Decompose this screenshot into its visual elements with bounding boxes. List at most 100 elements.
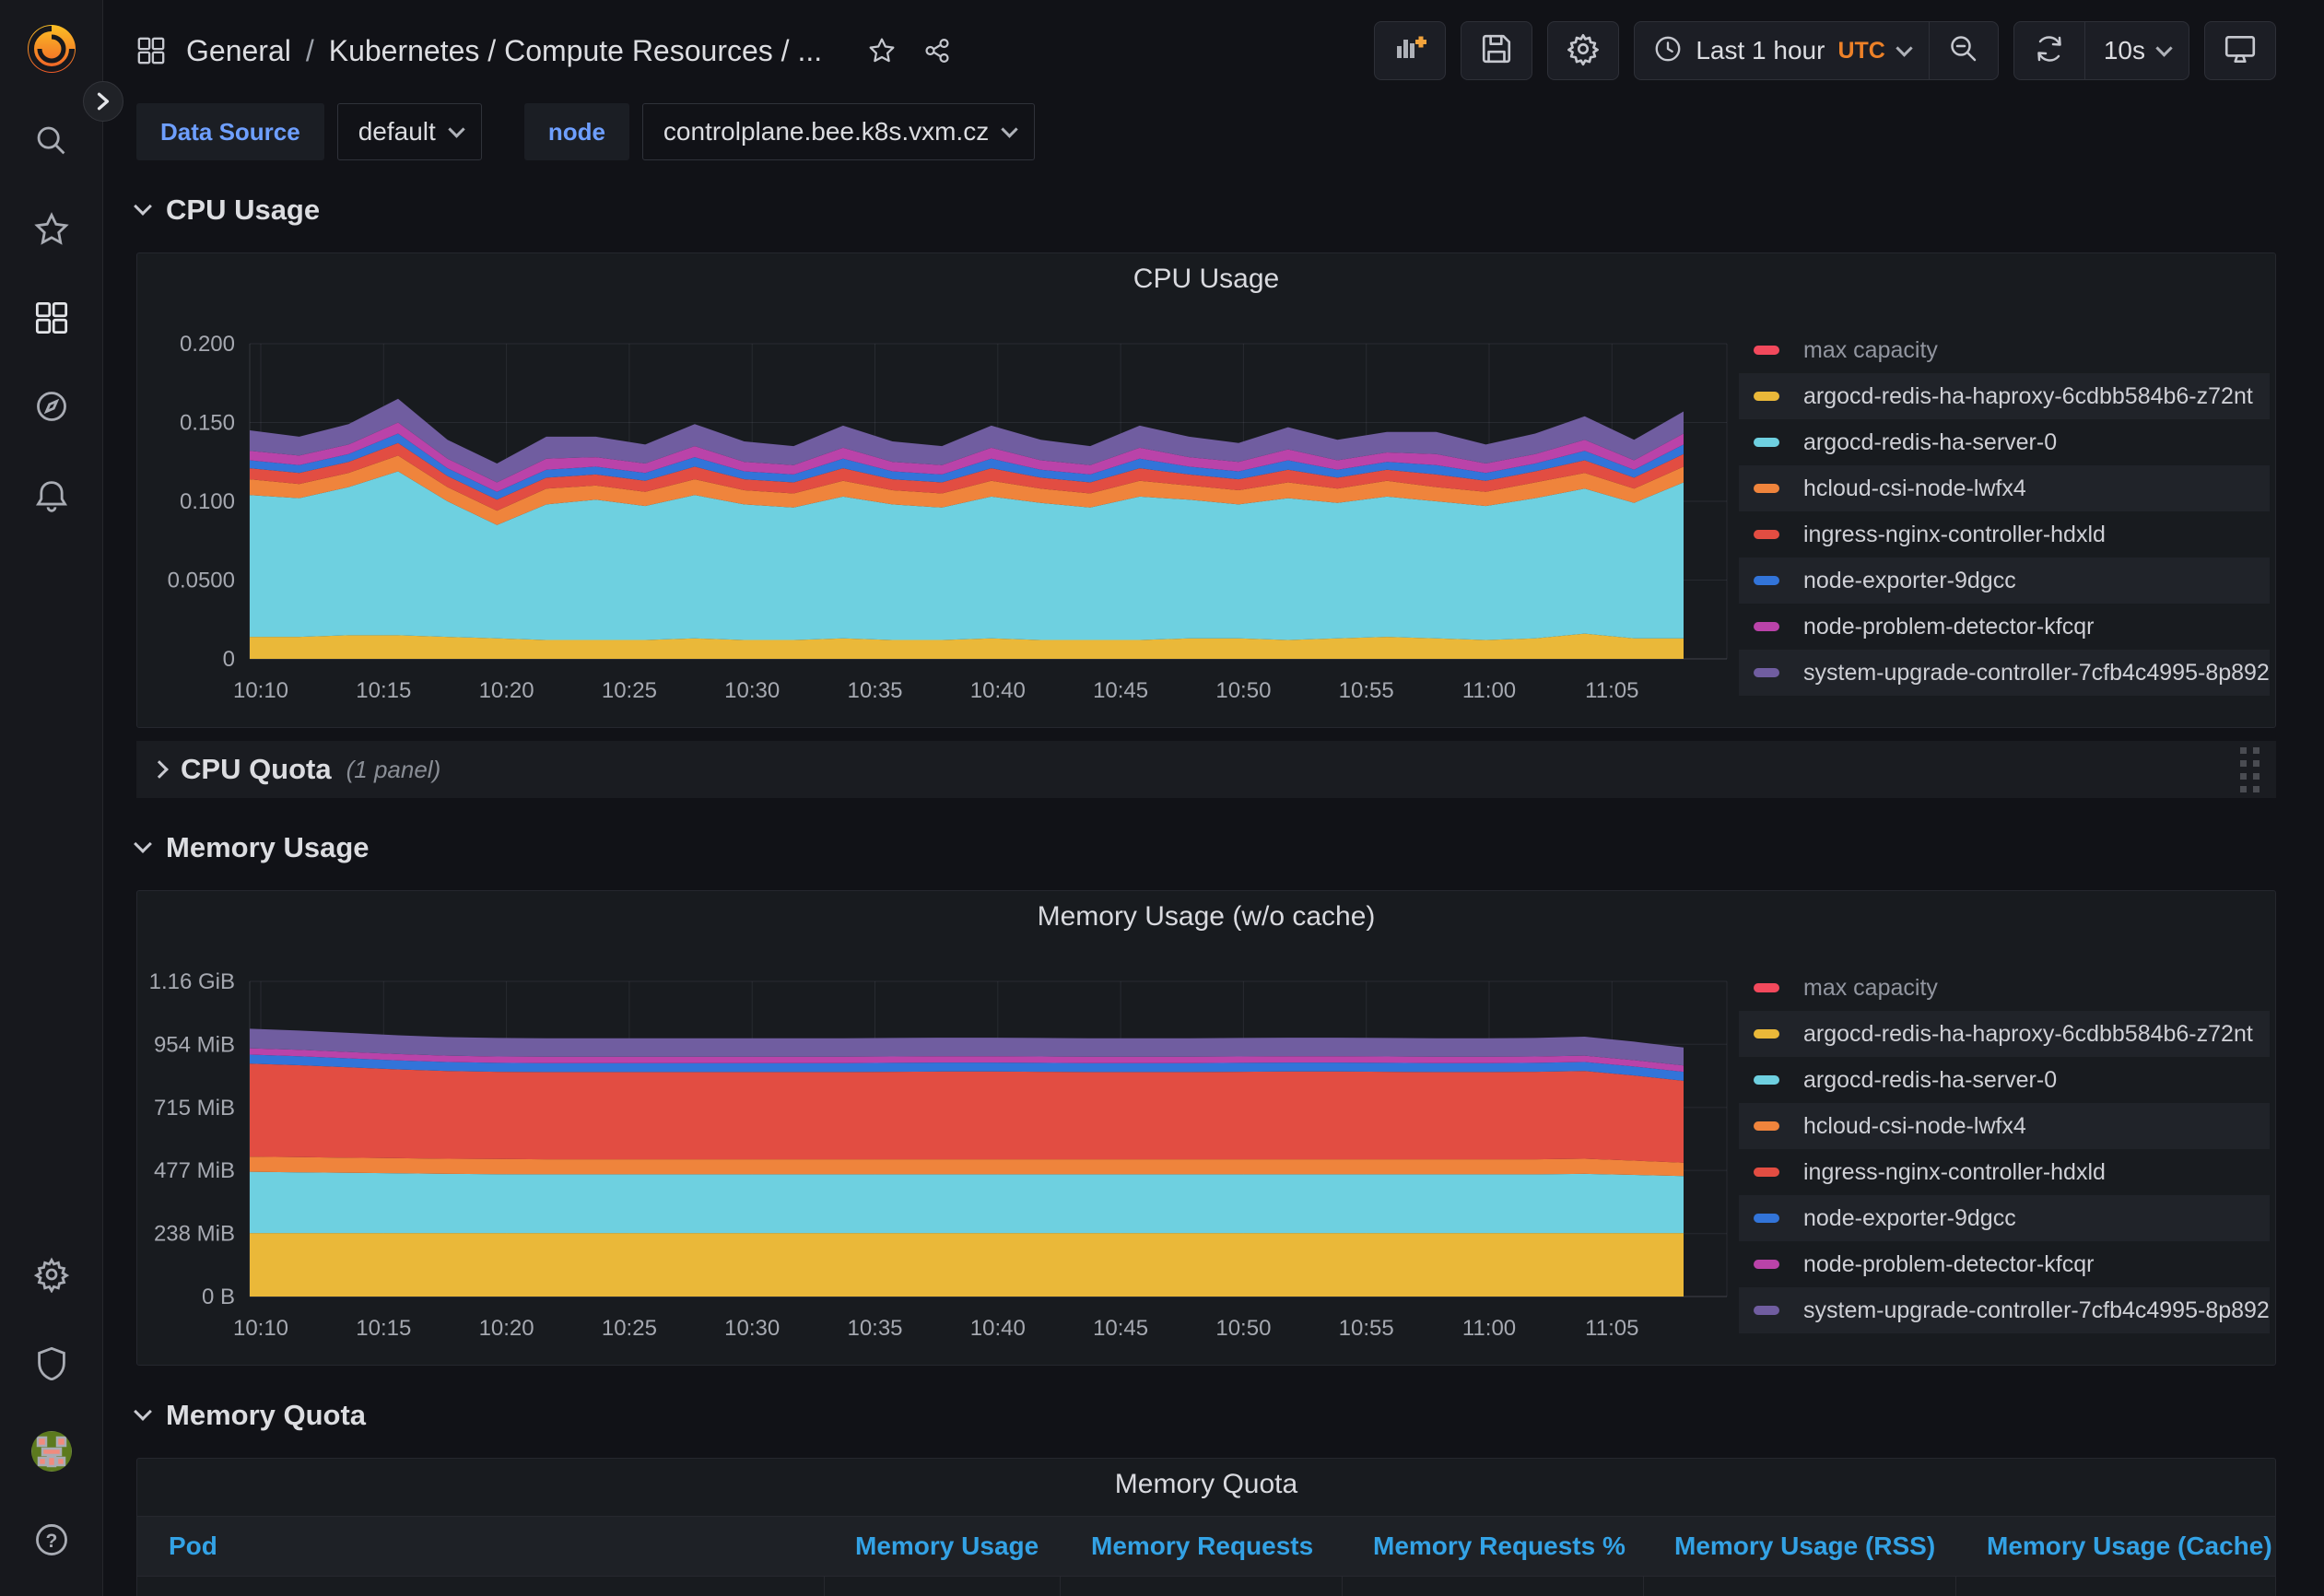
node-select[interactable]: controlplane.bee.k8s.vxm.cz: [642, 103, 1035, 160]
legend-item[interactable]: max capacity: [1739, 327, 2270, 373]
datasource-select[interactable]: default: [337, 103, 482, 160]
dashboard-settings-button[interactable]: [1547, 21, 1619, 80]
legend-item[interactable]: node-problem-detector-kfcqr: [1739, 1241, 2270, 1287]
x-axis-label: 10:10: [233, 1316, 288, 1341]
favorite-star-icon[interactable]: [868, 37, 896, 65]
legend-swatch: [1754, 1121, 1779, 1131]
x-axis-label: 10:20: [479, 678, 534, 703]
legend-item[interactable]: argocd-redis-ha-server-0: [1739, 1057, 2270, 1103]
refresh-interval-picker[interactable]: 10s: [2085, 22, 2189, 79]
legend-label: max capacity: [1803, 975, 1938, 1002]
x-axis-label: 10:50: [1215, 678, 1271, 703]
panel-title[interactable]: Memory Quota: [137, 1464, 2275, 1505]
legend-swatch: [1754, 622, 1779, 631]
legend-label: hcloud-csi-node-lwfx4: [1803, 1113, 2026, 1140]
legend-item[interactable]: hcloud-csi-node-lwfx4: [1739, 1103, 2270, 1149]
breadcrumb-separator: /: [306, 34, 314, 68]
legend-item[interactable]: system-upgrade-controller-7cfb4c4995-8p8…: [1739, 650, 2270, 696]
legend-swatch: [1754, 484, 1779, 493]
legend-item[interactable]: ingress-nginx-controller-hdxld: [1739, 511, 2270, 557]
legend-label: hcloud-csi-node-lwfx4: [1803, 475, 2026, 502]
panel-title[interactable]: CPU Usage: [145, 259, 2268, 299]
legend-label: node-problem-detector-kfcqr: [1803, 1251, 2094, 1278]
save-dashboard-button[interactable]: [1461, 21, 1532, 80]
add-panel-button[interactable]: [1374, 21, 1446, 80]
sidebar-item-settings[interactable]: [25, 1250, 78, 1303]
memory-quota-panel: Memory Quota PodMemory UsageMemory Reque…: [136, 1458, 2276, 1596]
x-axis-label: 11:05: [1585, 1316, 1638, 1341]
legend-swatch: [1754, 438, 1779, 447]
sidebar-item-help[interactable]: ?: [25, 1515, 78, 1568]
row-drag-handle[interactable]: [2240, 747, 2259, 792]
x-axis-label: 10:45: [1093, 1316, 1148, 1341]
x-axis-label: 11:00: [1462, 678, 1516, 703]
breadcrumb-folder[interactable]: General: [186, 34, 291, 68]
series-area-argocd-redis-ha-server-0: [250, 1172, 1684, 1234]
section-cpu-usage[interactable]: CPU Usage: [136, 188, 2276, 232]
sidebar-item-alerting[interactable]: [25, 470, 78, 523]
column-header-memory-usage-cache-[interactable]: Memory Usage (Cache): [1955, 1516, 2275, 1576]
legend-label: system-upgrade-controller-7cfb4c4995-8p8…: [1803, 1297, 2270, 1324]
legend-label: argocd-redis-ha-haproxy-6cdbb584b6-z72nt: [1803, 1021, 2253, 1048]
column-header-memory-usage[interactable]: Memory Usage: [824, 1516, 1060, 1576]
x-axis-label: 10:15: [356, 1316, 411, 1341]
legend-label: system-upgrade-controller-7cfb4c4995-8p8…: [1803, 660, 2270, 687]
section-title: Memory Quota: [166, 1399, 366, 1432]
legend-swatch: [1754, 392, 1779, 401]
legend-swatch: [1754, 1075, 1779, 1085]
chevron-down-icon: [2155, 40, 2172, 56]
legend-item[interactable]: system-upgrade-controller-7cfb4c4995-8p8…: [1739, 1287, 2270, 1333]
column-header-memory-requests[interactable]: Memory Requests: [1060, 1516, 1342, 1576]
sidebar-item-profile[interactable]: [25, 1426, 78, 1480]
legend-swatch: [1754, 1214, 1779, 1223]
sidebar-item-server-admin[interactable]: [25, 1338, 78, 1391]
refresh-group: 10s: [2013, 21, 2189, 80]
legend-label: argocd-redis-ha-server-0: [1803, 1067, 2057, 1094]
legend-item[interactable]: node-exporter-9dgcc: [1739, 557, 2270, 604]
x-axis-label: 10:40: [970, 678, 1026, 703]
legend-item[interactable]: argocd-redis-ha-haproxy-6cdbb584b6-z72nt: [1739, 373, 2270, 419]
legend-item[interactable]: ingress-nginx-controller-hdxld: [1739, 1149, 2270, 1195]
star-icon: [34, 212, 69, 252]
sidebar-item-starred[interactable]: [25, 205, 78, 258]
section-memory-quota[interactable]: Memory Quota: [136, 1393, 2276, 1438]
chevron-down-icon: [1896, 40, 1912, 56]
column-header-memory-requests-[interactable]: Memory Requests %: [1342, 1516, 1643, 1576]
column-header-memory-usage-rss-[interactable]: Memory Usage (RSS): [1643, 1516, 1955, 1576]
x-axis-label: 10:20: [479, 1316, 534, 1341]
section-title: Memory Usage: [166, 831, 370, 864]
series-area-argocd-redis-ha-haproxy-6cdbb584b6-z72nt: [250, 1233, 1684, 1297]
dashboard-variables: Data Source default node controlplane.be…: [136, 103, 2276, 160]
y-axis-label: 0.100: [180, 489, 235, 514]
legend-item[interactable]: hcloud-csi-node-lwfx4: [1739, 465, 2270, 511]
legend-item[interactable]: argocd-redis-ha-haproxy-6cdbb584b6-z72nt: [1739, 1011, 2270, 1057]
legend-item[interactable]: node-exporter-9dgcc: [1739, 1195, 2270, 1241]
time-range-picker[interactable]: Last 1 hour UTC: [1635, 22, 1929, 79]
section-memory-usage[interactable]: Memory Usage: [136, 826, 2276, 870]
breadcrumb-title[interactable]: Kubernetes / Compute Resources / ...: [329, 34, 822, 68]
legend-item[interactable]: argocd-redis-ha-server-0: [1739, 419, 2270, 465]
section-cpu-quota[interactable]: CPU Quota (1 panel): [136, 741, 2276, 798]
x-axis-label: 10:30: [724, 1316, 780, 1341]
dashboards-icon: [34, 300, 69, 340]
panel-title[interactable]: Memory Usage (w/o cache): [145, 897, 2268, 937]
legend-swatch: [1754, 576, 1779, 585]
legend-item[interactable]: max capacity: [1739, 965, 2270, 1011]
cpu-usage-chart[interactable]: 00.05000.1000.1500.20010:1010:1510:2010:…: [145, 299, 1739, 723]
legend-label: argocd-redis-ha-server-0: [1803, 429, 2057, 456]
refresh-button[interactable]: [2014, 22, 2084, 79]
sidebar-expand-button[interactable]: [83, 81, 123, 122]
share-icon[interactable]: [923, 37, 951, 65]
save-icon: [1480, 32, 1513, 70]
sidebar-item-search[interactable]: [25, 116, 78, 170]
grafana-logo[interactable]: [25, 22, 78, 76]
zoom-out-button[interactable]: [1930, 22, 1998, 79]
column-header-pod[interactable]: Pod: [137, 1516, 824, 1576]
sidebar-item-explore[interactable]: [25, 381, 78, 435]
sidebar-item-dashboards[interactable]: [25, 293, 78, 346]
legend-item[interactable]: node-problem-detector-kfcqr: [1739, 604, 2270, 650]
memory-usage-chart[interactable]: 0 B238 MiB477 MiB715 MiB954 MiB1.16 GiB1…: [145, 937, 1739, 1361]
kiosk-mode-button[interactable]: [2204, 21, 2276, 80]
x-axis-label: 10:15: [356, 678, 411, 703]
legend-label: max capacity: [1803, 337, 1938, 364]
